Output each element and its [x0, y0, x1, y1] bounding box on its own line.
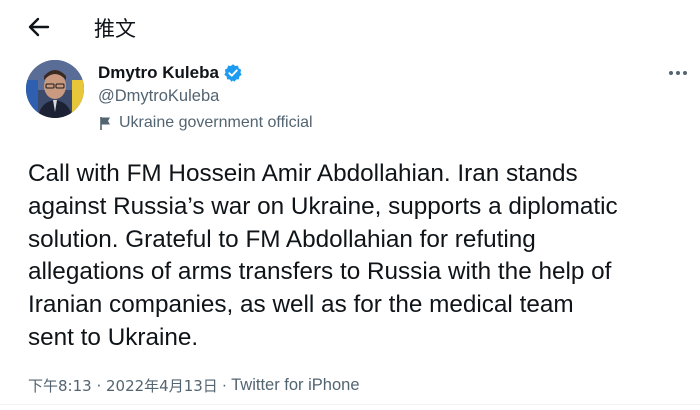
back-button[interactable]: [22, 10, 58, 44]
tweet-text: Call with FM Hossein Amir Abdollahian. I…: [28, 160, 618, 351]
more-horizontal-icon: [669, 71, 687, 75]
author-display-name[interactable]: Dmytro Kuleba: [98, 63, 219, 83]
verified-badge-icon: [223, 63, 243, 83]
tweet-meta: 下午8:13 · 2022年4月13日 · Twitter for iPhone: [28, 375, 360, 396]
government-label: Ukraine government official: [119, 114, 313, 131]
avatar[interactable]: [26, 60, 84, 118]
meta-separator: ·: [221, 376, 228, 394]
more-options-button[interactable]: [664, 62, 692, 84]
tweet-timestamp[interactable]: 下午8:13 · 2022年4月13日: [28, 375, 218, 396]
account-label[interactable]: Ukraine government official: [98, 114, 313, 132]
divider: [0, 404, 700, 405]
author-name-row: Dmytro Kuleba: [98, 62, 243, 84]
author-handle[interactable]: @DmytroKuleba: [98, 87, 219, 106]
top-bar: 推文: [0, 0, 700, 54]
page-title: 推文: [94, 17, 136, 41]
flag-icon: [98, 115, 114, 131]
arrow-left-icon: [28, 17, 50, 37]
tweet-source[interactable]: Twitter for iPhone: [231, 376, 359, 395]
avatar-image: [26, 60, 84, 118]
author-block: Dmytro Kuleba: [98, 62, 243, 84]
